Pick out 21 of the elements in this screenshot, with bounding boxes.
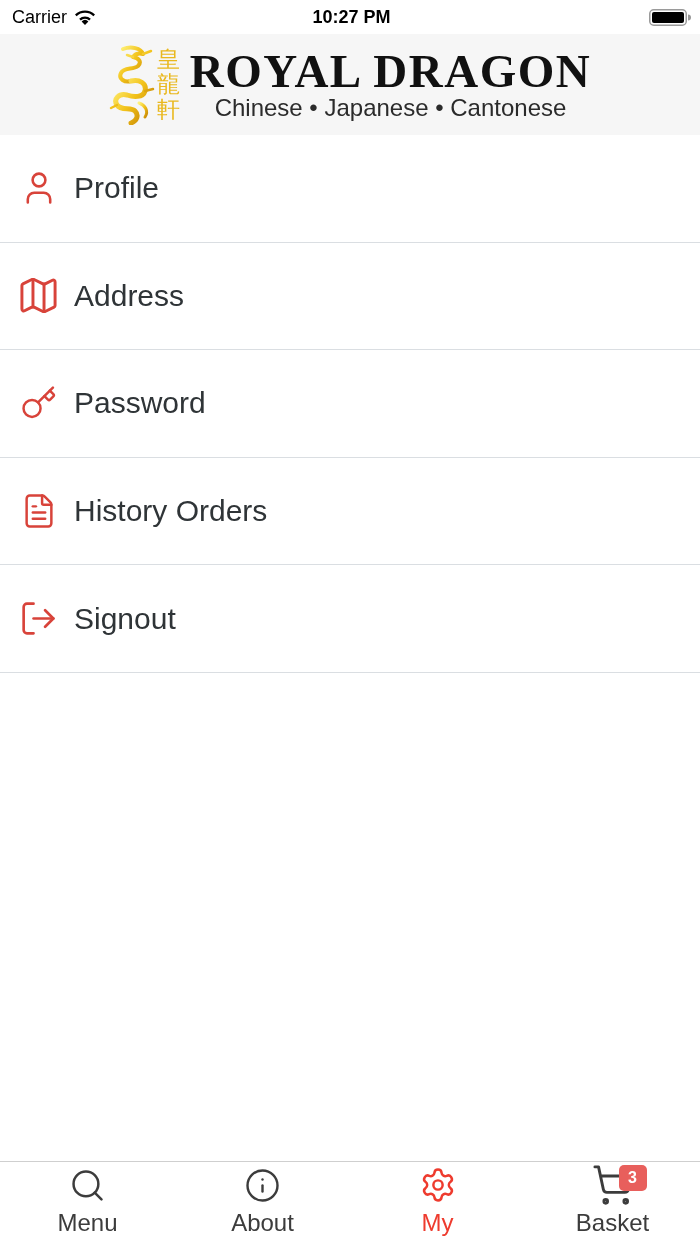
logout-icon — [22, 602, 55, 636]
person-icon — [25, 172, 52, 205]
clock-time: 10:27 PM — [312, 6, 391, 28]
tab-item[interactable]: Menu — [0, 1162, 175, 1244]
tab-item[interactable]: My — [350, 1162, 525, 1244]
count-badge: 3 — [618, 1165, 647, 1191]
cuisine-subtitle: Chinese • Japanese • Cantonese — [214, 93, 567, 122]
logo-characters: 皇龍軒 — [156, 46, 180, 123]
search-icon — [72, 1169, 103, 1201]
document-icon — [24, 494, 53, 529]
battery-icon — [649, 8, 691, 26]
carrier-label: Carrier — [12, 6, 67, 28]
info-icon — [246, 1168, 279, 1202]
map-icon — [20, 278, 57, 314]
wifi-icon — [74, 9, 96, 25]
dragon-icon — [108, 44, 155, 125]
settings-icon — [420, 1168, 455, 1202]
key-icon — [21, 386, 56, 421]
tab-item[interactable]: 3 Basket — [525, 1162, 700, 1244]
tab-item[interactable]: About — [175, 1162, 350, 1244]
restaurant-name: ROYAL DRAGON — [189, 47, 592, 94]
